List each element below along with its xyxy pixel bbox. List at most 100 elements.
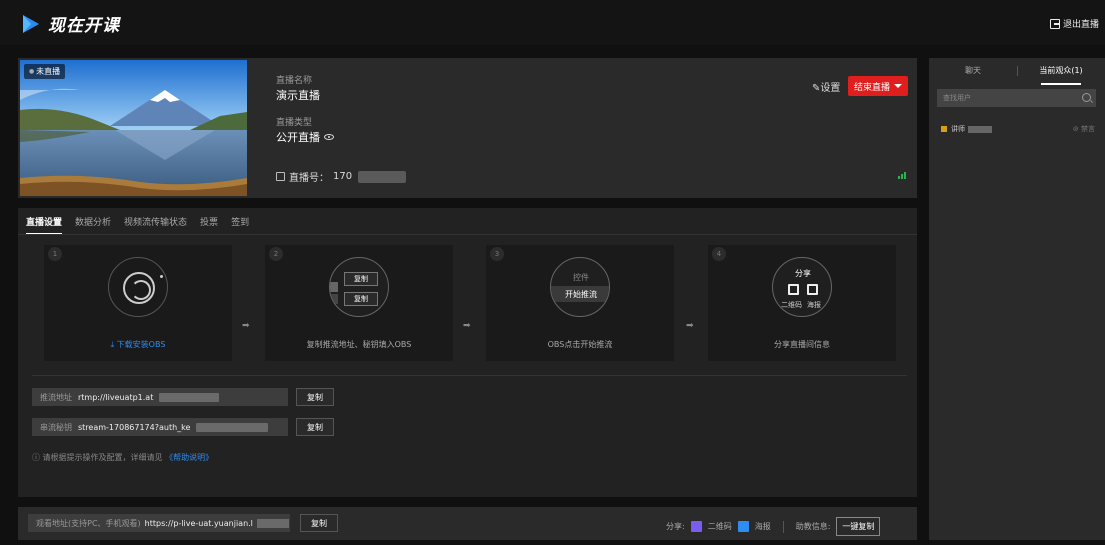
step-card-share: 4 分享 二维码 海报 分享直播间信息 xyxy=(708,245,896,361)
tab-live-settings[interactable]: 直播设置 xyxy=(26,215,63,235)
watch-url-value: https://p-live-uat.yuanjian.l xyxy=(144,518,253,528)
one-click-copy-button[interactable]: 一键复制 xyxy=(836,517,881,536)
poster-label[interactable]: 海报 xyxy=(755,521,771,532)
room-icon xyxy=(276,172,285,181)
push-url-label: 推流地址 xyxy=(40,392,72,402)
exit-label: 退出直播 xyxy=(1062,20,1099,30)
user-role: 讲师 xyxy=(951,125,965,133)
copy-stream-key-button[interactable]: 复制 xyxy=(296,418,334,436)
tab-audience[interactable]: 当前观众(1) xyxy=(1017,58,1105,85)
obs-dot xyxy=(160,275,163,278)
tab-checkin[interactable]: 签到 xyxy=(231,215,249,235)
step-card-download-obs: 1 ⤓ 下载安装OBS xyxy=(44,245,232,361)
exit-live-button[interactable]: 退出直播 xyxy=(1049,17,1099,30)
end-live-button[interactable]: 结束直播 xyxy=(848,76,908,96)
watch-url-field[interactable]: 观看地址(支持PC、手机观看) https://p-live-uat.yuanj… xyxy=(28,514,290,532)
brand-name: 现在开课 xyxy=(48,16,120,36)
copy-push-url-button[interactable]: 复制 xyxy=(296,388,334,406)
masked-text xyxy=(358,170,407,183)
tab-chat[interactable]: 聊天 xyxy=(929,58,1017,85)
chevron-down-icon xyxy=(894,84,902,88)
signal-strength-icon xyxy=(898,172,906,179)
assistant-info-label: 助教信息: xyxy=(795,522,831,531)
start-push-illustration: 控件 开始推流 xyxy=(550,257,610,317)
share-label: 分享: xyxy=(666,522,685,531)
tab-separator xyxy=(1017,66,1018,76)
live-name-value: 演示直播 xyxy=(276,89,320,102)
step-card-copy-push: 2 复制 复制 复制推流地址、秘钥填入OBS xyxy=(265,245,453,361)
hint-text: 请根据提示操作及配置，详细请见 xyxy=(42,453,163,462)
divider xyxy=(32,375,907,376)
copy-illustration: 复制 复制 xyxy=(329,257,389,317)
copy-demo-button: 复制 xyxy=(344,292,378,306)
copy-demo-button: 复制 xyxy=(344,272,378,286)
step-card-start-push: 3 控件 开始推流 OBS点击开始推流 xyxy=(486,245,674,361)
masked-text xyxy=(968,125,992,133)
download-obs-label: 下载安装OBS xyxy=(116,340,166,349)
poster-icon[interactable] xyxy=(737,521,749,532)
room-number: 直播号： 170 xyxy=(276,169,407,184)
stream-key-label: 串流秘钥 xyxy=(40,422,72,432)
tab-data-analysis[interactable]: 数据分析 xyxy=(75,215,111,235)
arrow-right-icon: ➡ xyxy=(463,321,471,331)
tabs-divider xyxy=(18,234,917,235)
eye-icon[interactable] xyxy=(324,134,334,140)
controls-label: 控件 xyxy=(573,273,589,282)
user-search-input[interactable]: 查找用户 xyxy=(937,89,1096,107)
status-badge: 未直播 xyxy=(24,64,66,79)
poster-label: 海报 xyxy=(807,301,821,309)
exit-icon xyxy=(1049,18,1060,29)
qr-code-icon[interactable] xyxy=(690,521,702,532)
step-number: 3 xyxy=(490,247,504,261)
search-icon[interactable] xyxy=(1082,93,1091,102)
poster-icon xyxy=(807,284,818,295)
masked-text xyxy=(256,518,289,528)
tab-stream-status[interactable]: 视频流传输状态 xyxy=(124,215,187,235)
arrow-right-icon: ➡ xyxy=(686,321,694,331)
top-bar: 现在开课 退出直播 xyxy=(0,0,1105,45)
push-url-field[interactable]: 推流地址 rtmp://liveuatp1.at xyxy=(32,388,288,406)
live-type-label: 直播类型 xyxy=(276,118,313,128)
tab-vote[interactable]: 投票 xyxy=(200,215,218,235)
live-name-label: 直播名称 xyxy=(276,76,313,86)
step-caption: OBS点击开始推流 xyxy=(547,340,613,349)
room-label: 直播号： xyxy=(289,173,329,184)
step-number: 2 xyxy=(269,247,283,261)
help-link[interactable]: 《帮助说明》 xyxy=(165,453,213,462)
mute-label: 禁言 xyxy=(1081,125,1095,133)
mute-button[interactable]: ⊘ 禁言 xyxy=(1073,124,1095,134)
start-push-demo: 开始推流 xyxy=(551,286,609,302)
stream-key-field[interactable]: 串流秘钥 stream-170867174?auth_ke xyxy=(32,418,288,436)
step-caption: 分享直播间信息 xyxy=(774,340,830,349)
stream-key-value: stream-170867174?auth_ke xyxy=(78,422,191,432)
arrow-right-icon: ➡ xyxy=(242,321,250,331)
brand-logo: 现在开课 xyxy=(20,11,120,36)
masked-text xyxy=(196,422,269,432)
cover-image: 未直播 xyxy=(20,60,247,196)
obs-illustration xyxy=(108,257,168,317)
qr-label: 二维码 xyxy=(781,301,802,309)
tab-bar: 直播设置 数据分析 视频流传输状态 投票 签到 xyxy=(26,215,249,235)
masked-text xyxy=(159,392,220,402)
copy-watch-url-button[interactable]: 复制 xyxy=(300,514,338,532)
play-logo-icon xyxy=(23,14,39,33)
settings-label: 设置 xyxy=(820,83,841,94)
chat-sidebar: 聊天 当前观众(1) 查找用户 讲师 ⊘ 禁言 xyxy=(929,58,1105,540)
room-value: 170 xyxy=(333,171,353,182)
live-type-value: 公开直播 xyxy=(276,129,334,145)
settings-link[interactable]: ✎设置 xyxy=(812,79,840,94)
end-live-label: 结束直播 xyxy=(853,82,890,93)
help-hint: ⓘ 请根据提示操作及配置，详细请见 《帮助说明》 xyxy=(32,453,214,462)
qr-code-icon xyxy=(788,284,799,295)
separator xyxy=(782,520,784,533)
step-number: 4 xyxy=(712,247,726,261)
stripe xyxy=(330,282,338,292)
search-placeholder: 查找用户 xyxy=(943,94,971,102)
push-url-value: rtmp://liveuatp1.at xyxy=(78,392,154,402)
audience-list-item[interactable]: 讲师 ⊘ 禁言 xyxy=(941,124,1095,134)
download-obs-link[interactable]: ⤓ 下载安装OBS xyxy=(44,339,232,350)
live-type-text: 公开直播 xyxy=(276,131,320,144)
watch-url-bar: 观看地址(支持PC、手机观看) https://p-live-uat.yuanj… xyxy=(18,507,917,540)
qr-label[interactable]: 二维码 xyxy=(708,521,732,532)
landscape-image xyxy=(20,60,247,196)
